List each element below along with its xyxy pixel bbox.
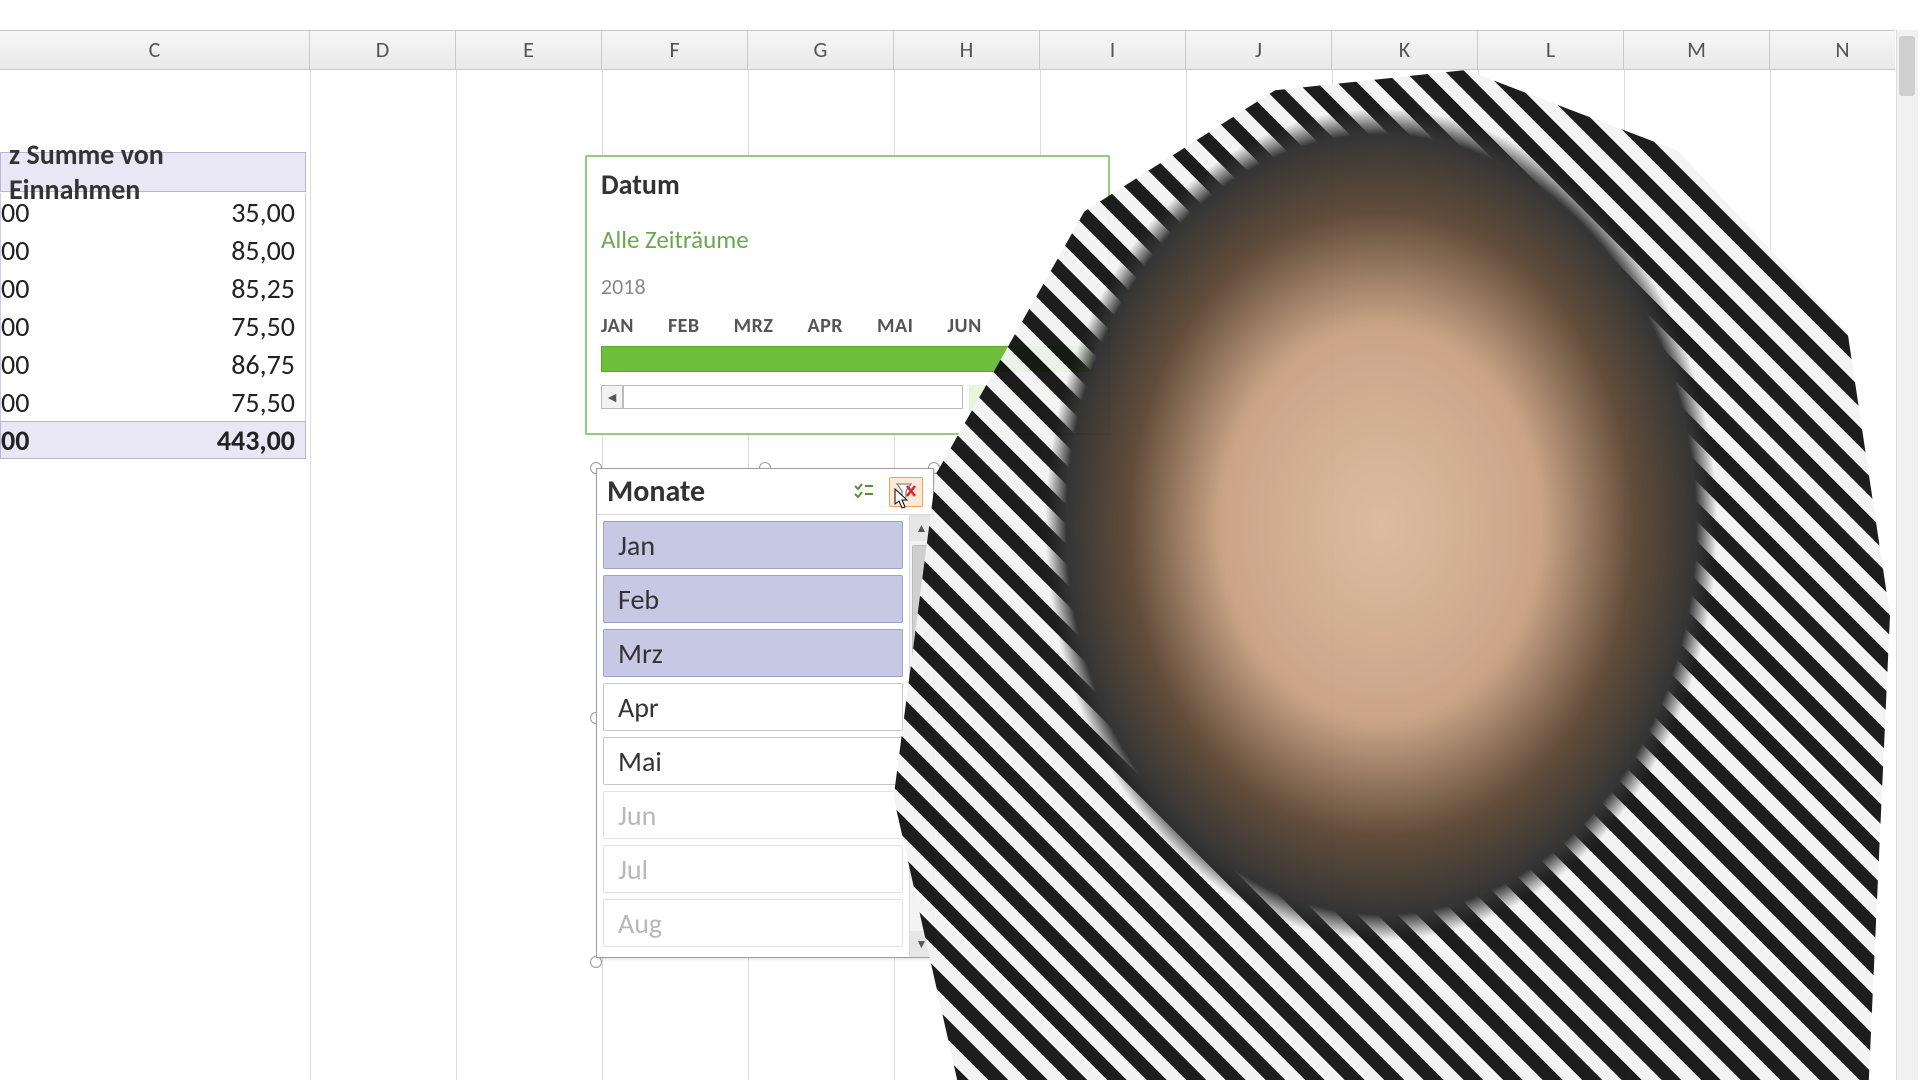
timeline-title: Datum — [601, 167, 1094, 202]
timeline-scroll-left-button[interactable]: ◄ — [601, 385, 623, 409]
timeline-month-mai: MAI — [877, 314, 913, 338]
multi-select-icon — [853, 482, 875, 502]
pivot-row[interactable]: 00 86,75 — [0, 345, 306, 383]
slicer-item-aug[interactable]: Aug — [603, 899, 903, 947]
slicer-item-jan[interactable]: Jan — [603, 521, 903, 569]
pivot-row[interactable]: 00 75,50 — [0, 307, 306, 345]
timeline-range-label[interactable]: Alle Zeiträume — [601, 224, 1094, 255]
column-header-L[interactable]: L — [1478, 31, 1624, 69]
pivot-row-left-fragment: 00 — [1, 385, 29, 420]
sheet-scroll-thumb[interactable] — [1899, 36, 1915, 96]
multi-select-button[interactable] — [847, 477, 881, 507]
timeline-month-mrz: MRZ — [734, 314, 774, 338]
pivot-total-left-fragment: 00 — [1, 423, 29, 458]
column-header-K[interactable]: K — [1332, 31, 1478, 69]
column-header-N[interactable]: N — [1770, 31, 1916, 69]
pivot-row-value: 85,00 — [231, 233, 295, 268]
column-header-F[interactable]: F — [602, 31, 748, 69]
timeline-month-jun: JUN — [947, 314, 981, 338]
pivot-row-left-fragment: 00 — [1, 271, 29, 306]
gridline — [456, 70, 457, 1080]
slicer-item-mrz[interactable]: Mrz — [603, 629, 903, 677]
pivot-row[interactable]: 00 35,00 — [0, 193, 306, 231]
pivot-total-value: 443,00 — [217, 423, 295, 458]
clear-filter-icon — [895, 482, 917, 502]
column-header-C[interactable]: C — [0, 31, 310, 69]
sheet-vertical-scrollbar[interactable] — [1896, 30, 1918, 1080]
slicer-item-apr[interactable]: Apr — [603, 683, 903, 731]
column-header-I[interactable]: I — [1040, 31, 1186, 69]
month-slicer-selection[interactable]: Monate Jan Feb Mrz Apr Mai Jun Jul Aug — [590, 462, 940, 962]
slicer-title: Monate — [607, 473, 839, 510]
pivot-row[interactable]: 00 85,25 — [0, 269, 306, 307]
timeline-month-jan: JAN — [601, 314, 634, 338]
column-header-J[interactable]: J — [1186, 31, 1332, 69]
column-header-D[interactable]: D — [310, 31, 456, 69]
pivot-header-cell[interactable]: z Summe von Einnahmen — [0, 152, 306, 192]
column-header-row: CDEFGHIJKLMN — [0, 30, 1895, 70]
column-header-M[interactable]: M — [1624, 31, 1770, 69]
pivot-row-value: 86,75 — [231, 347, 295, 382]
month-slicer[interactable]: Monate Jan Feb Mrz Apr Mai Jun Jul Aug — [596, 468, 934, 958]
slicer-item-jun[interactable]: Jun — [603, 791, 903, 839]
pivot-row-value: 75,50 — [231, 309, 295, 344]
clear-filter-button[interactable] — [889, 477, 923, 507]
slicer-item-jul[interactable]: Jul — [603, 845, 903, 893]
slicer-item-feb[interactable]: Feb — [603, 575, 903, 623]
pivot-row-left-fragment: 00 — [1, 233, 29, 268]
pivot-row-value: 75,50 — [231, 385, 295, 420]
pivot-row-left-fragment: 00 — [1, 309, 29, 344]
pivot-row-value: 35,00 — [231, 195, 295, 230]
slicer-item-mai[interactable]: Mai — [603, 737, 903, 785]
timeline-scroll-track[interactable] — [623, 385, 963, 409]
column-header-H[interactable]: H — [894, 31, 1040, 69]
pivot-total-row[interactable]: 00 443,00 — [0, 421, 306, 459]
column-header-E[interactable]: E — [456, 31, 602, 69]
pivot-row[interactable]: 00 75,50 — [0, 383, 306, 421]
pivot-row-left-fragment: 00 — [1, 347, 29, 382]
column-header-G[interactable]: G — [748, 31, 894, 69]
gridline — [310, 70, 311, 1080]
slicer-item-list: Jan Feb Mrz Apr Mai Jun Jul Aug — [597, 515, 909, 957]
timeline-year-label: 2018 — [601, 273, 1094, 300]
slicer-header: Monate — [597, 469, 933, 515]
pivot-row-value: 85,25 — [231, 271, 295, 306]
pivot-row[interactable]: 00 85,00 — [0, 231, 306, 269]
pivot-row-left-fragment: 00 — [1, 195, 29, 230]
timeline-month-feb: FEB — [668, 314, 700, 338]
timeline-month-apr: APR — [807, 314, 843, 338]
